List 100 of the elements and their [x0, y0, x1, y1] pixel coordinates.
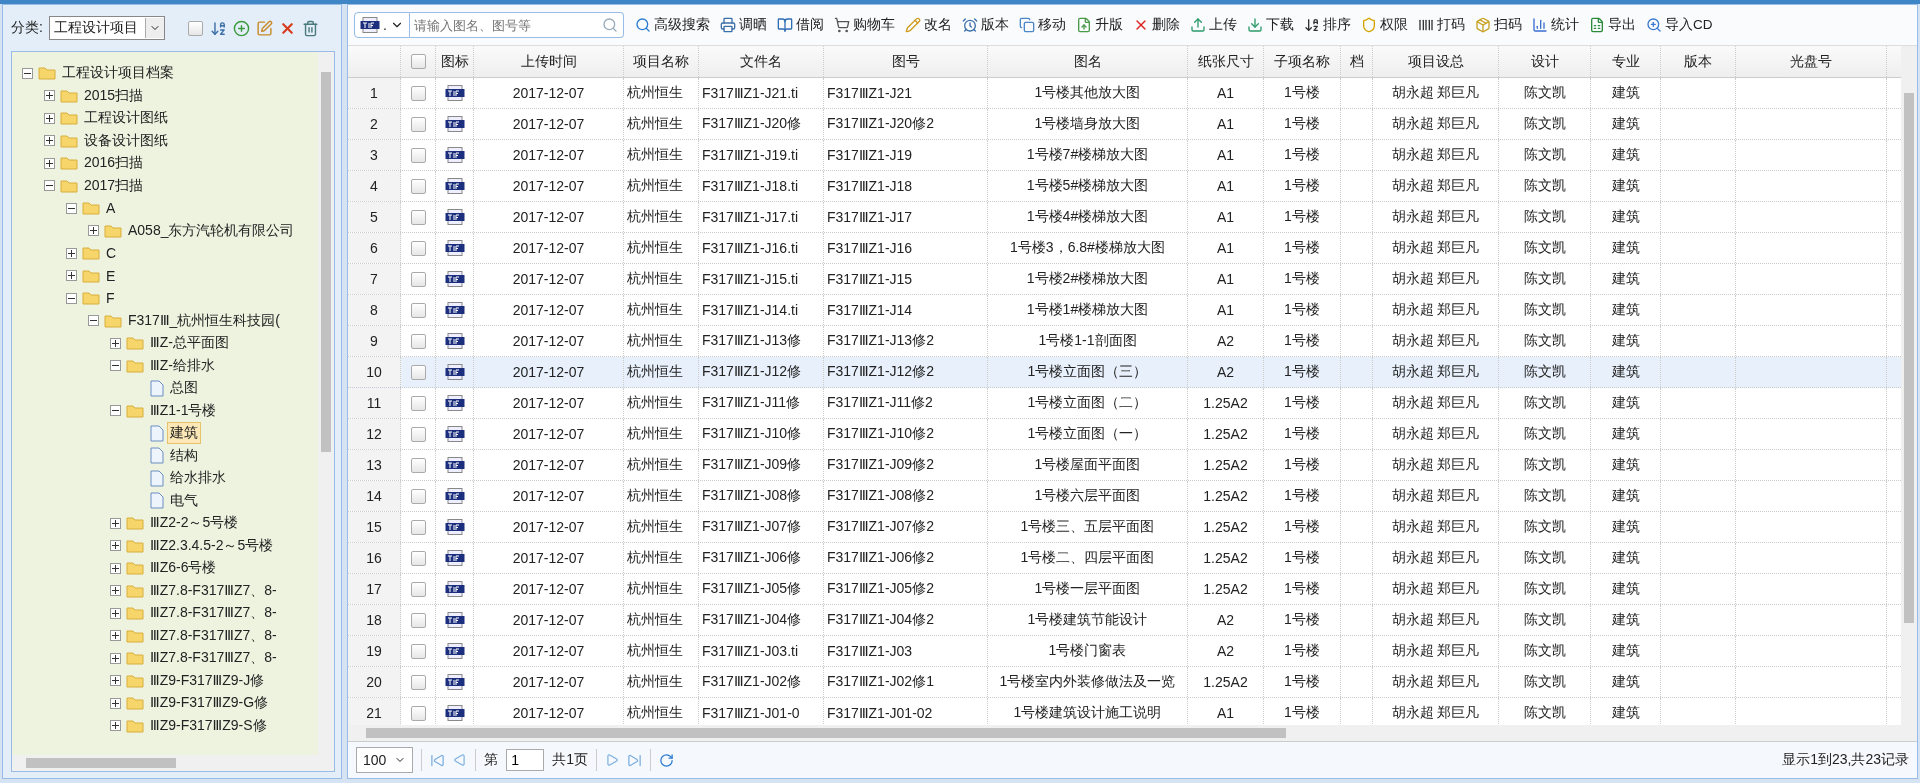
- plus-icon[interactable]: [110, 630, 121, 642]
- select-all-checkbox[interactable]: [410, 54, 426, 69]
- tree-item[interactable]: E: [103, 265, 119, 286]
- toolbar-button[interactable]: 导出: [1586, 16, 1639, 34]
- table-row[interactable]: 14 2017-12-07 杭州恒生 F317ⅢZ1-J08修 F317ⅢZ1-J08修2 1号楼六层平面图 1.25A2 1号楼 胡永超 郑巨凡 陈文凯 建筑: [348, 481, 1901, 512]
- tree-item[interactable]: 工程设计项目档案: [59, 62, 177, 85]
- last-page-icon[interactable]: [627, 752, 643, 768]
- plus-icon[interactable]: [110, 517, 121, 529]
- checkbox[interactable]: [187, 20, 203, 36]
- toolbar-button[interactable]: 高级搜索: [632, 16, 713, 34]
- scrollbar[interactable]: [348, 725, 1917, 741]
- tree-item[interactable]: 设备设计图纸: [81, 129, 171, 152]
- minus-icon[interactable]: [88, 315, 99, 327]
- tree-item[interactable]: ⅢZ7.8-F317ⅢZ7、8-: [147, 624, 280, 647]
- scrollbar[interactable]: [1901, 46, 1917, 725]
- row-checkbox[interactable]: [410, 178, 426, 194]
- tree-item[interactable]: F: [103, 288, 118, 309]
- column-header[interactable]: 档: [1349, 52, 1364, 71]
- refresh-icon[interactable]: [659, 752, 675, 768]
- table-row[interactable]: 4 2017-12-07 杭州恒生 F317ⅢZ1-J18.ti F317ⅢZ1-J18 1号楼5#楼梯放大图 A1 1号楼 胡永超 郑巨凡 陈文凯 建筑: [348, 171, 1901, 202]
- trash-icon[interactable]: [302, 19, 320, 37]
- table-row[interactable]: 6 2017-12-07 杭州恒生 F317ⅢZ1-J16.ti F317ⅢZ1-J16 1号楼3，6.8#楼梯放大图 A1 1号楼 胡永超 郑巨凡 陈文凯 建筑: [348, 233, 1901, 264]
- toolbar-button[interactable]: 扫码: [1472, 16, 1525, 34]
- column-header[interactable]: 纸张尺寸: [1197, 52, 1254, 71]
- toolbar-button[interactable]: 升版: [1073, 16, 1126, 34]
- table-row[interactable]: 5 2017-12-07 杭州恒生 F317ⅢZ1-J17.ti F317ⅢZ1-J17 1号楼4#楼梯放大图 A1 1号楼 胡永超 郑巨凡 陈文凯 建筑: [348, 202, 1901, 233]
- table-row[interactable]: 16 2017-12-07 杭州恒生 F317ⅢZ1-J06修 F317ⅢZ1-J06修2 1号楼二、四层平面图 1.25A2 1号楼 胡永超 郑巨凡 陈文凯 建筑: [348, 543, 1901, 574]
- toolbar-button[interactable]: 排序: [1301, 16, 1354, 34]
- tree-item[interactable]: ⅢZ9-F317ⅢZ9-G修: [147, 692, 272, 715]
- table-row[interactable]: 2 2017-12-07 杭州恒生 F317ⅢZ1-J20修 F317ⅢZ1-J20修2 1号楼墙身放大图 A1 1号楼 胡永超 郑巨凡 陈文凯 建筑: [348, 109, 1901, 140]
- row-checkbox[interactable]: [410, 581, 426, 597]
- tree-item[interactable]: 电气: [167, 489, 201, 512]
- minus-icon[interactable]: [22, 67, 33, 79]
- toolbar-button[interactable]: 上传: [1187, 16, 1240, 34]
- row-checkbox[interactable]: [410, 643, 426, 659]
- toolbar-button[interactable]: 下载: [1244, 16, 1297, 34]
- table-row[interactable]: 20 2017-12-07 杭州恒生 F317ⅢZ1-J02修 F317ⅢZ1-J02修1 1号楼室内外装修做法及一览 1.25A2 1号楼 胡永超 郑巨凡 陈文凯 建筑: [348, 667, 1901, 698]
- plus-icon[interactable]: [110, 585, 121, 597]
- tree-item[interactable]: C: [103, 243, 120, 264]
- tree-item[interactable]: ⅢZ9-F317ⅢZ9-S修: [147, 714, 270, 737]
- column-header[interactable]: 文件名: [740, 52, 782, 71]
- row-checkbox[interactable]: [410, 674, 426, 690]
- toolbar-button[interactable]: 打码: [1415, 16, 1468, 34]
- add-icon[interactable]: [233, 19, 251, 37]
- minus-icon[interactable]: [110, 360, 121, 372]
- plus-icon[interactable]: [110, 540, 121, 552]
- column-header[interactable]: 项目名称: [633, 52, 689, 71]
- toolbar-button[interactable]: 版本: [959, 16, 1012, 34]
- row-checkbox[interactable]: [410, 457, 426, 473]
- plus-icon[interactable]: [44, 90, 55, 102]
- plus-icon[interactable]: [44, 157, 55, 169]
- toolbar-button[interactable]: 借阅: [774, 16, 827, 34]
- tree-item[interactable]: ⅢZ9-F317ⅢZ9-J修: [147, 669, 268, 692]
- toolbar-button[interactable]: 调晒: [717, 16, 770, 34]
- tree-item[interactable]: A: [103, 198, 119, 219]
- plus-icon[interactable]: [110, 697, 121, 709]
- plus-icon[interactable]: [110, 562, 121, 574]
- toolbar-button[interactable]: 删除: [1130, 16, 1183, 34]
- tree-item[interactable]: 总图: [167, 377, 201, 400]
- column-header[interactable]: 专业: [1611, 52, 1640, 71]
- search-field[interactable]: 请输入图名、图号等: [409, 12, 624, 38]
- tree-item[interactable]: ⅢZ6-6号楼: [147, 557, 220, 580]
- scrollbar[interactable]: [318, 52, 334, 755]
- row-checkbox[interactable]: [410, 705, 426, 721]
- plus-icon[interactable]: [110, 337, 121, 349]
- page-input[interactable]: 1: [506, 749, 545, 771]
- tree-item[interactable]: 结构: [167, 444, 201, 467]
- file-type-select[interactable]: .: [354, 12, 410, 38]
- previous-page-icon[interactable]: [453, 753, 468, 767]
- row-checkbox[interactable]: [410, 488, 426, 504]
- plus-icon[interactable]: [110, 607, 121, 619]
- tree-item[interactable]: 给水排水: [167, 467, 229, 490]
- toolbar-button[interactable]: 统计: [1529, 16, 1582, 34]
- row-checkbox[interactable]: [410, 364, 426, 380]
- table-row[interactable]: 13 2017-12-07 杭州恒生 F317ⅢZ1-J09修 F317ⅢZ1-J09修2 1号楼屋面平面图 1.25A2 1号楼 胡永超 郑巨凡 陈文凯 建筑: [348, 450, 1901, 481]
- category-select[interactable]: 工程设计项目: [48, 16, 165, 40]
- row-checkbox[interactable]: [410, 271, 426, 287]
- row-checkbox[interactable]: [410, 395, 426, 411]
- scrollbar[interactable]: [12, 755, 334, 771]
- row-checkbox[interactable]: [410, 116, 426, 132]
- toolbar-button[interactable]: 导入CD: [1643, 16, 1716, 34]
- tree-item[interactable]: F317Ⅲ_杭州恒生科技园(: [125, 309, 283, 332]
- tree-item[interactable]: ⅢZ2-2～5号楼: [147, 512, 242, 535]
- row-checkbox[interactable]: [410, 612, 426, 628]
- row-checkbox[interactable]: [410, 240, 426, 256]
- toolbar-button[interactable]: 权限: [1358, 16, 1411, 34]
- minus-icon[interactable]: [66, 202, 77, 214]
- column-header[interactable]: 设计: [1530, 52, 1559, 71]
- column-header[interactable]: 光盘号: [1790, 52, 1832, 71]
- tree-item[interactable]: ⅢZ7.8-F317ⅢZ7、8-: [147, 647, 280, 670]
- sort-icon[interactable]: [210, 19, 228, 37]
- table-row[interactable]: 18 2017-12-07 杭州恒生 F317ⅢZ1-J04修 F317ⅢZ1-J04修2 1号楼建筑节能设计 A2 1号楼 胡永超 郑巨凡 陈文凯 建筑: [348, 605, 1901, 636]
- plus-icon[interactable]: [110, 720, 121, 732]
- plus-icon[interactable]: [66, 247, 77, 259]
- plus-icon[interactable]: [110, 675, 121, 687]
- plus-icon[interactable]: [66, 270, 77, 282]
- tree-item[interactable]: ⅢZ7.8-F317ⅢZ7、8-: [147, 579, 280, 602]
- tree-item[interactable]: 2015扫描: [81, 84, 147, 107]
- plus-icon[interactable]: [110, 652, 121, 664]
- table-row[interactable]: 17 2017-12-07 杭州恒生 F317ⅢZ1-J05修 F317ⅢZ1-J05修2 1号楼一层平面图 1.25A2 1号楼 胡永超 郑巨凡 陈文凯 建筑: [348, 574, 1901, 605]
